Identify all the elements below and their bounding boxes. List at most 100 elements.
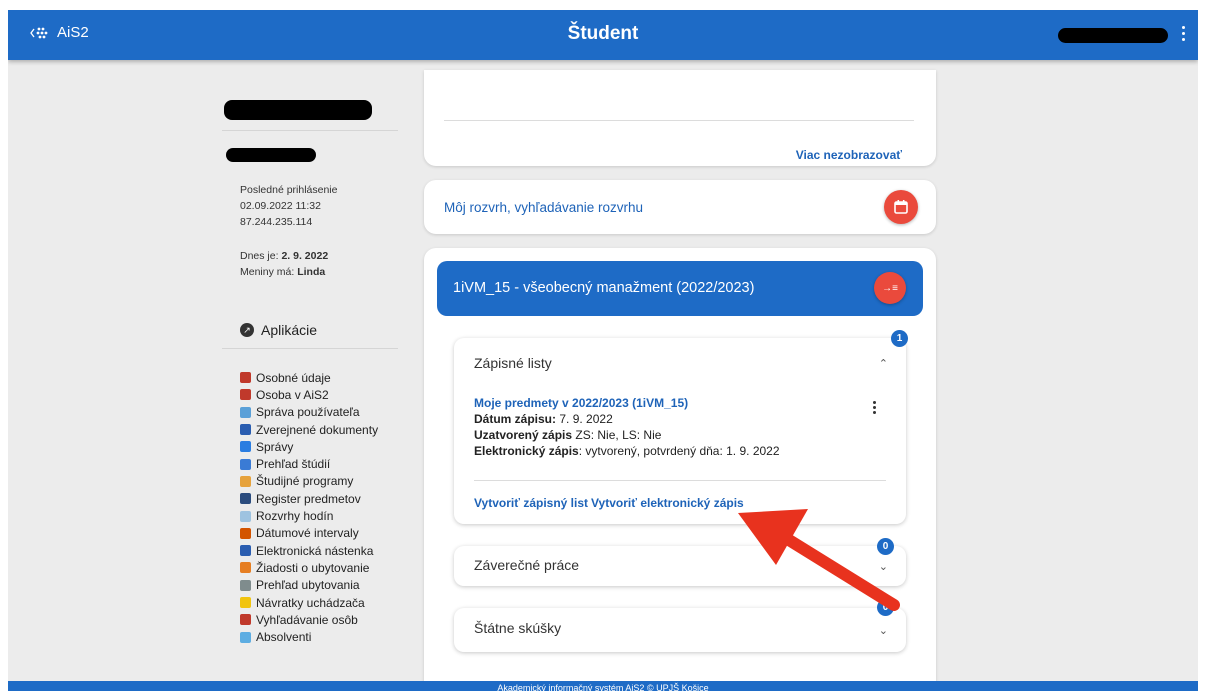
enter-list-icon: →≡ [882,282,898,294]
sidebar-item[interactable]: Elektronická nástenka [240,542,378,559]
sidebar-item-label: Elektronická nástenka [256,543,374,558]
sidebar-item[interactable]: Zverejnené dokumenty [240,421,378,438]
sidebar-item[interactable]: Osobné údaje [240,369,378,386]
electronic-enroll-label: Elektronický zápis [474,444,579,458]
person-icon [240,372,251,384]
app-screen: AiS2 Študent Posledné prihlásenie 02.09.… [8,10,1198,691]
footer: Akademický informačný systém AiS2 © UPJŠ… [8,681,1198,691]
annotation-arrow [738,509,900,611]
timetable-icon [240,510,251,522]
sidebar-item-label: Osobné údaje [256,370,331,385]
enroll-action-button[interactable]: →≡ [874,272,906,304]
applications-title: Aplikácie [261,322,318,338]
divider [222,348,398,349]
last-login-time: 02.09.2022 11:32 [240,200,321,212]
sidebar-item-label: Vyhľadávanie osôb [256,612,358,627]
sidebar-item[interactable]: Rozvrhy hodín [240,507,378,524]
enrollment-sheets-title[interactable]: Zápisné listy [474,355,552,371]
sidebar-item[interactable]: Správa používateľa [240,404,378,421]
last-login-label: Posledné prihlásenie [240,184,338,196]
calendar-button[interactable] [884,190,918,224]
document-icon [240,424,251,436]
divider [222,130,398,131]
sidebar-item[interactable]: Register predmetov [240,490,378,507]
sidebar-item-label: Register predmetov [256,491,361,506]
page-title: Študent [567,23,639,44]
sidebar-item[interactable]: Prehľad ubytovania [240,577,378,594]
arrow-circle-icon: ↗ [240,323,254,337]
last-login-info: Posledné prihlásenie 02.09.2022 11:32 87… [240,182,337,230]
sidebar-item[interactable]: Žiadosti o ubytovanie [240,559,378,576]
divider [474,480,886,481]
notice-card: Viac nezobrazovať [424,70,936,166]
redacted-user-name[interactable] [1058,28,1168,43]
graduate-icon [240,631,251,643]
sidebar-item-label: Návratky uchádzača [256,595,365,610]
org-chart-icon [240,406,251,418]
today-label: Dnes je: [240,250,279,262]
top-bar: AiS2 Študent [8,10,1198,60]
sidebar-item-label: Rozvrhy hodín [256,509,334,524]
accommodation-icon [240,562,251,574]
nameday-value: Linda [297,266,326,278]
schedule-link[interactable]: Môj rozvrh, vyhľadávanie rozvrhu [444,200,643,215]
sidebar-item[interactable]: Študijné programy [240,473,378,490]
closed-enroll-label: Uzatvorený zápis [474,428,573,442]
sidebar-item[interactable]: Prehľad štúdií [240,455,378,472]
sidebar-item[interactable]: Správy [240,438,378,455]
electronic-enroll-value: : vytvorený, potvrdený dňa: 1. 9. 2022 [578,444,780,458]
sidebar-item[interactable]: Absolventi [240,628,378,645]
list-icon [240,475,251,487]
sidebar-item-label: Prehľad ubytovania [256,578,360,593]
closed-enroll-value: ZS: Nie, LS: Nie [575,428,662,442]
calendar-icon [240,527,251,539]
applications-menu: Osobné údaje Osoba v AiS2 Správa používate… [240,369,378,646]
redacted-student-id [226,148,316,162]
redacted-student-name [224,100,372,120]
sidebar-item-label: Správy [256,439,294,454]
nameday-label: Meniny má: [240,266,295,278]
dots-grid-icon [240,579,251,591]
person-icon [240,389,251,401]
chevron-down-icon[interactable]: ⌄ [879,624,888,637]
enroll-date-value: 7. 9. 2022 [559,412,613,426]
today-value: 2. 9. 2022 [281,250,329,262]
people-search-icon [240,614,251,626]
sidebar-item-label: Žiadosti o ubytovanie [256,560,370,575]
enroll-date-label: Dátum zápisu: [474,412,557,426]
count-badge: 1 [891,330,908,347]
last-login-ip: 87.244.235.114 [240,216,313,228]
study-card: 1iVM_15 - všeobecný manažment (2022/2023… [424,248,936,691]
register-icon [240,493,251,505]
calendar-icon [894,200,908,214]
board-icon [240,545,251,557]
list-icon [240,458,251,470]
today-info: Dnes je: 2. 9. 2022 Meniny má: Linda [240,248,328,280]
state-exams-title[interactable]: Štátne skúšky [474,620,561,636]
applications-heading: ↗ Aplikácie [240,322,317,338]
my-subjects-link[interactable]: Moje predmety v 2022/2023 (1iVM_15) [474,395,780,411]
more-menu-icon[interactable] [1180,26,1186,41]
entry-more-icon[interactable] [873,401,876,414]
sidebar-item[interactable]: Návratky uchádzača [240,594,378,611]
study-title: 1iVM_15 - všeobecný manažment (2022/2023… [453,280,755,296]
sidebar-item-label: Dátumové intervaly [256,526,359,541]
divider [444,120,914,121]
enrollment-entry: Moje predmety v 2022/2023 (1iVM_15) Dátu… [474,395,780,459]
final-theses-title[interactable]: Záverečné práce [474,557,579,573]
sidebar-item-label: Osoba v AiS2 [256,387,329,402]
dont-show-more-link[interactable]: Viac nezobrazovať [796,148,902,162]
sidebar-item-label: Absolventi [256,630,312,645]
sidebar-item[interactable]: Osoba v AiS2 [240,386,378,403]
sidebar-item[interactable]: Dátumové intervaly [240,525,378,542]
sidebar-item[interactable]: Vyhľadávanie osôb [240,611,378,628]
message-icon [240,441,251,453]
study-header[interactable]: 1iVM_15 - všeobecný manažment (2022/2023… [437,261,923,316]
schedule-card[interactable]: Môj rozvrh, vyhľadávanie rozvrhu [424,180,936,234]
sidebar-item-label: Zverejnené dokumenty [256,422,379,437]
return-icon [240,597,251,608]
create-enrollment-sheet-link[interactable]: Vytvoriť zápisný list [474,496,588,510]
sidebar-item-label: Študijné programy [256,474,354,489]
chevron-up-icon[interactable]: ⌃ [879,357,888,370]
sidebar-item-label: Prehľad štúdií [256,457,331,472]
